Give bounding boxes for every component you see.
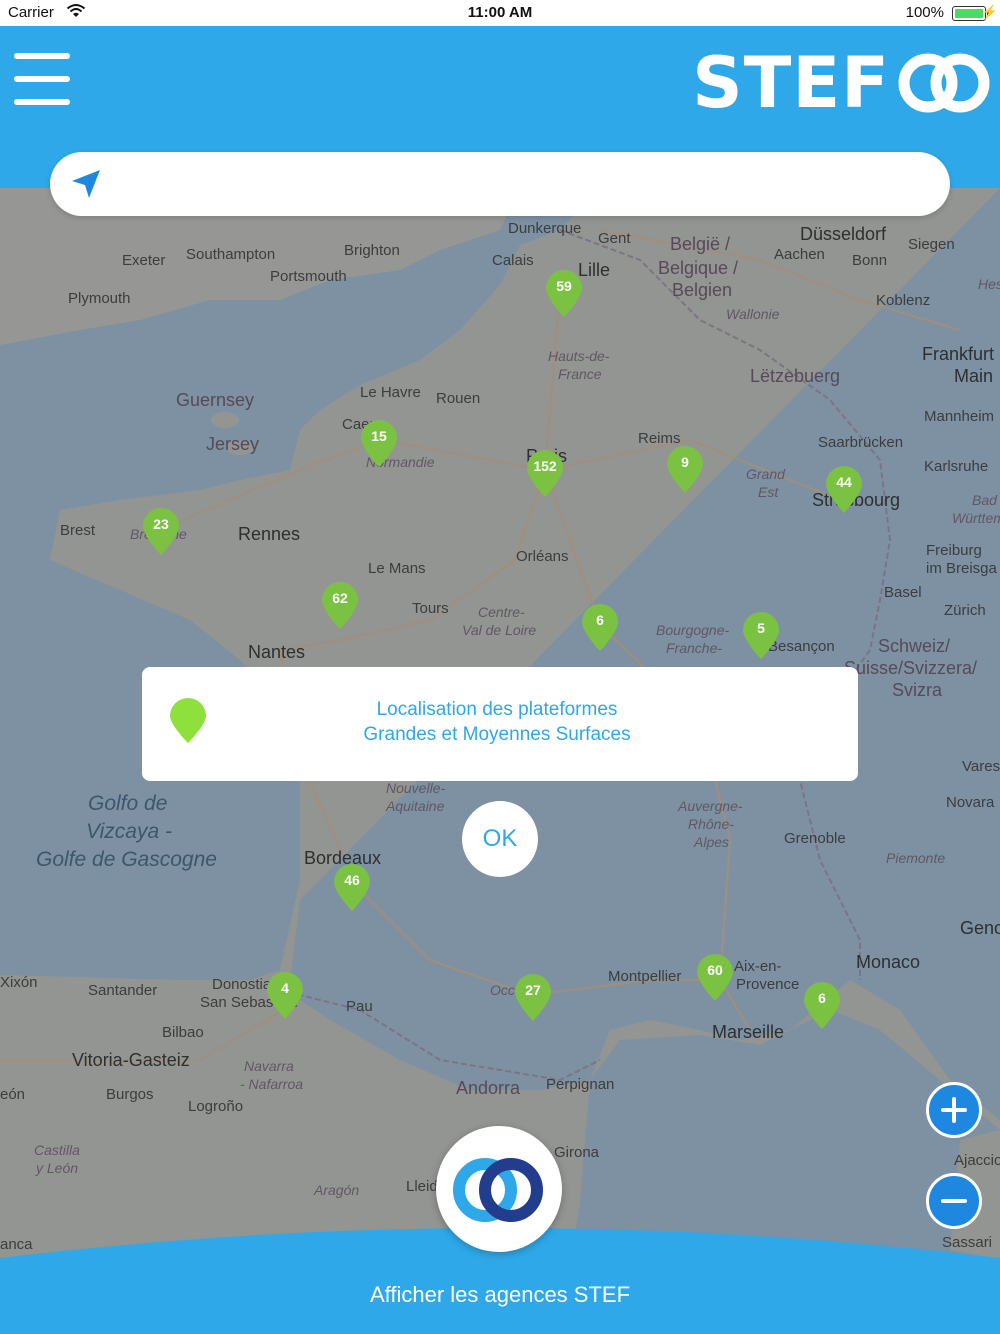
legend-dialog: Localisation des plateformes Grandes et … bbox=[142, 667, 858, 781]
legend-pin-icon bbox=[170, 698, 206, 743]
map-pin-bordeaux[interactable]: 46 bbox=[332, 862, 372, 912]
map-pin-nice[interactable]: 6 bbox=[802, 980, 842, 1030]
map-pin-besancon[interactable]: 5 bbox=[741, 610, 781, 660]
pin-count: 15 bbox=[371, 428, 387, 444]
pin-count: 6 bbox=[596, 612, 604, 628]
pin-count: 44 bbox=[836, 474, 852, 490]
legend-text: Localisation des plateformes Grandes et … bbox=[262, 697, 732, 747]
stef-agencies-button[interactable] bbox=[436, 1126, 562, 1252]
battery-percent: 100% bbox=[905, 4, 944, 21]
show-agencies-link[interactable]: Afficher les agences STEF bbox=[0, 1282, 1000, 1308]
pin-count: 4 bbox=[281, 980, 289, 996]
ok-button[interactable]: OK bbox=[462, 801, 538, 877]
search-input[interactable] bbox=[120, 164, 920, 204]
pin-count: 23 bbox=[153, 516, 169, 532]
map-pin-lille[interactable]: 59 bbox=[544, 268, 584, 318]
pin-count: 9 bbox=[681, 454, 689, 470]
logo-rings-icon bbox=[898, 53, 990, 113]
map-pin-paris[interactable]: 152 bbox=[525, 448, 565, 498]
search-bar bbox=[50, 152, 950, 216]
map-pin-pau[interactable]: 4 bbox=[265, 970, 305, 1020]
pin-count: 62 bbox=[332, 590, 348, 606]
map-pin-toulouse[interactable]: 27 bbox=[513, 972, 553, 1022]
map-pin-caen[interactable]: 15 bbox=[359, 418, 399, 468]
map-pin-bretagne[interactable]: 23 bbox=[141, 506, 181, 556]
map-pin-orleans[interactable]: 6 bbox=[580, 602, 620, 652]
status-time: 11:00 AM bbox=[467, 4, 533, 21]
pin-count: 5 bbox=[757, 620, 765, 636]
pin-count: 27 bbox=[525, 982, 541, 998]
pin-count: 59 bbox=[556, 278, 572, 294]
pin-count: 152 bbox=[533, 458, 557, 474]
legend-line-1: Localisation des plateformes bbox=[376, 699, 618, 720]
map-pin-nantes[interactable]: 62 bbox=[320, 580, 360, 630]
stef-logo: STEF bbox=[692, 48, 990, 118]
pin-count: 6 bbox=[818, 990, 826, 1006]
location-arrow-icon[interactable] bbox=[68, 166, 104, 202]
charging-icon: ⚡ bbox=[981, 4, 998, 19]
pin-count: 46 bbox=[344, 872, 360, 888]
hamburger-menu-icon[interactable] bbox=[14, 53, 70, 105]
pin-count: 60 bbox=[707, 962, 723, 978]
logo-text: STEF bbox=[692, 42, 890, 124]
status-bar: Carrier 11:00 AM 100% ⚡ bbox=[0, 0, 1000, 26]
zoom-in-button[interactable] bbox=[926, 1082, 982, 1138]
map-pin-reims[interactable]: 9 bbox=[665, 444, 705, 494]
map-pin-aix[interactable]: 60 bbox=[695, 952, 735, 1002]
legend-line-2: Grandes et Moyennes Surfaces bbox=[363, 724, 631, 745]
stef-rings-icon bbox=[453, 1158, 543, 1222]
map-pin-strasbourg[interactable]: 44 bbox=[824, 464, 864, 514]
